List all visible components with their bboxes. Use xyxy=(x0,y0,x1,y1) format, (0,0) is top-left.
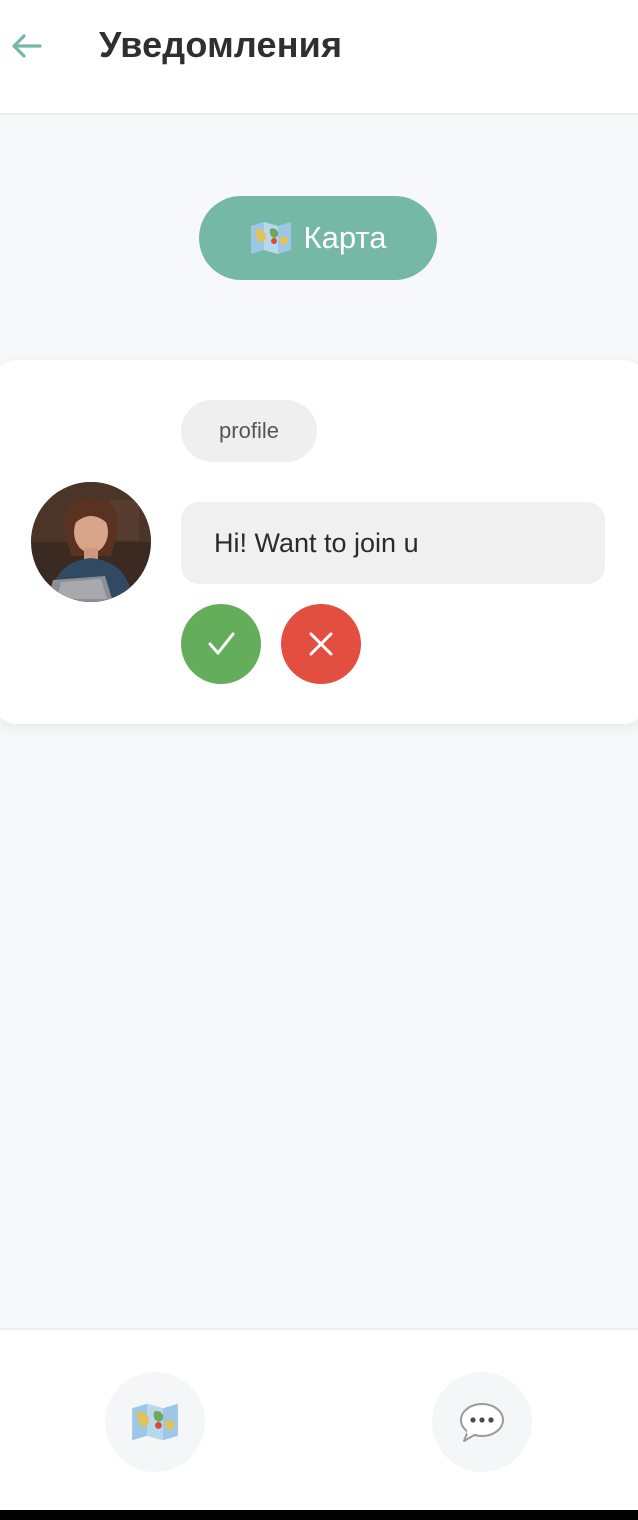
back-button[interactable] xyxy=(6,26,46,66)
decline-button[interactable] xyxy=(281,604,361,684)
notification-message: Hi! Want to join u xyxy=(181,502,605,584)
close-icon xyxy=(309,632,333,656)
accept-button[interactable] xyxy=(181,604,261,684)
map-icon xyxy=(132,1403,178,1441)
profile-chip[interactable]: profile xyxy=(181,400,317,462)
map-button-label: Карта xyxy=(303,220,387,255)
user-avatar[interactable] xyxy=(31,482,151,602)
arrow-left-icon xyxy=(12,34,42,58)
screen-bottom-edge xyxy=(0,1510,638,1520)
notification-card: profile Hi! Want to join u xyxy=(0,360,638,724)
notifications-screen: Уведомления Карта profile Hi! Want to jo… xyxy=(0,0,638,1520)
nav-map-button[interactable] xyxy=(105,1372,205,1472)
avatar-image xyxy=(31,482,151,602)
checkmark-icon xyxy=(208,632,235,655)
page-title: Уведомления xyxy=(99,24,343,65)
chat-bubble-icon xyxy=(460,1403,504,1442)
map-button[interactable]: Карта xyxy=(199,196,437,280)
message-text: Hi! Want to join u xyxy=(214,527,419,558)
app-header: Уведомления xyxy=(0,0,638,115)
nav-chat-button[interactable] xyxy=(432,1372,532,1472)
bottom-navigation xyxy=(0,1328,638,1510)
map-icon xyxy=(250,222,291,254)
